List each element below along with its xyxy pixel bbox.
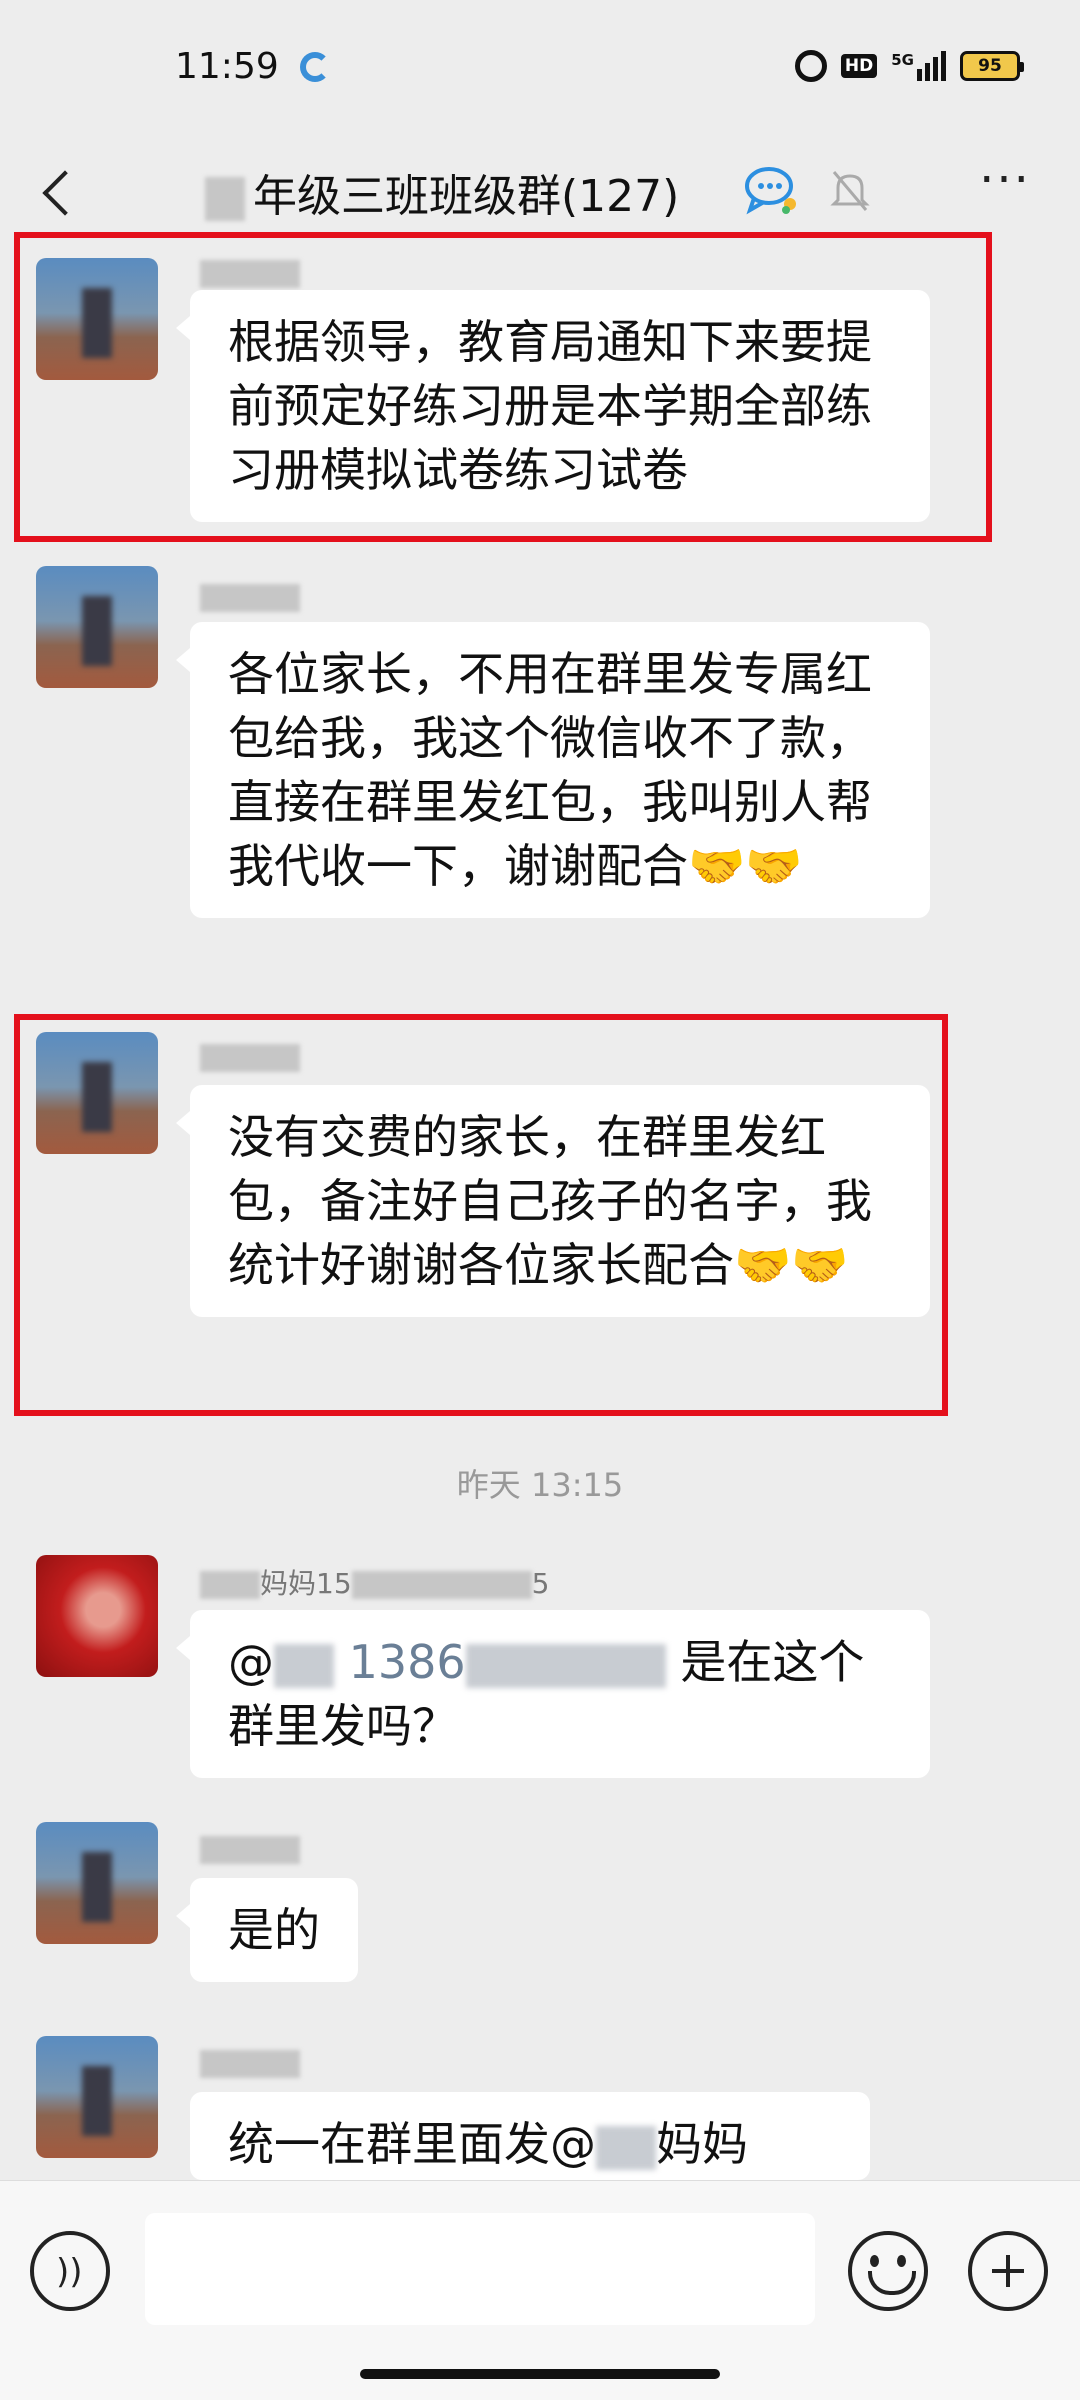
app-notification-icon — [300, 52, 330, 82]
voice-icon[interactable]: )) — [30, 2231, 110, 2311]
emoji-icon[interactable] — [848, 2231, 928, 2311]
message-bubble[interactable]: 根据领导，教育局通知下来要提前预定好练习册是本学期全部练习册模拟试卷练习试卷 — [176, 290, 930, 522]
mention-redaction — [596, 2125, 656, 2170]
more-icon[interactable]: ··· — [970, 156, 1040, 220]
message-text: 根据领导，教育局通知下来要提前预定好练习册是本学期全部练习册模拟试卷练习试卷 — [228, 315, 872, 497]
title-redaction — [205, 177, 245, 221]
status-bar: 11:59 HD 5G 95 — [0, 0, 1080, 130]
sender-name — [200, 1040, 300, 1072]
avatar[interactable] — [36, 2036, 158, 2158]
chat-title-text: 年级三班班级群(127) — [253, 171, 680, 222]
alarm-icon — [794, 50, 827, 82]
sender-name — [200, 1832, 300, 1864]
message-bubble[interactable]: 没有交费的家长，在群里发红包，备注好自己孩子的名字，我统计好谢谢各位家长配合🤝🤝 — [176, 1085, 930, 1317]
home-indicator[interactable] — [360, 2369, 720, 2379]
sender-name-tail: 5 — [531, 1567, 550, 1600]
message-text: 各位家长，不用在群里发专属红包给我，我这个微信收不了款，直接在群里发红包，我叫别… — [228, 647, 872, 893]
back-icon[interactable] — [35, 162, 85, 222]
hd-badge: HD — [840, 54, 878, 78]
mention-redaction — [274, 1643, 334, 1688]
message-bubble[interactable]: 各位家长，不用在群里发专属红包给我，我这个微信收不了款，直接在群里发红包，我叫别… — [176, 622, 930, 918]
message-text: 是的 — [228, 1903, 320, 1957]
chat-timestamp: 昨天 13:15 — [456, 1466, 624, 1504]
message-text: 统一在群里面发@ — [228, 2117, 596, 2171]
sender-name: 妈妈15 5 — [200, 1562, 549, 1600]
network-label: 5G — [891, 51, 914, 69]
status-time: 11:59 — [175, 46, 279, 87]
mute-bell-icon — [830, 171, 870, 211]
sender-name-text: 妈妈15 — [260, 1567, 352, 1600]
status-icons: HD 5G 95 — [794, 46, 1024, 86]
input-bar: )) — [0, 2180, 1080, 2400]
message-bubble[interactable]: 统一在群里面发@ 妈妈 — [190, 2092, 870, 2180]
phone-redaction — [465, 1643, 666, 1688]
avatar[interactable] — [36, 1822, 158, 1944]
mention-prefix: @ — [228, 1635, 274, 1689]
battery-level: 95 — [978, 56, 1002, 76]
message-bubble[interactable]: @ 1386 是在这个群里发吗？ — [176, 1610, 930, 1778]
message-text-tail: 妈妈 — [656, 2117, 748, 2171]
sender-name — [200, 256, 300, 288]
battery-icon: 95 — [960, 51, 1024, 81]
sender-name — [200, 2046, 300, 2078]
avatar[interactable] — [36, 566, 158, 688]
avatar[interactable] — [36, 258, 158, 380]
avatar[interactable] — [36, 1555, 158, 1677]
mention-phone: 1386 — [348, 1635, 466, 1689]
message-input[interactable] — [145, 2213, 815, 2325]
avatar[interactable] — [36, 1032, 158, 1154]
chat-title: 年级三班班级群(127) — [205, 160, 679, 224]
plus-icon[interactable] — [968, 2231, 1048, 2311]
message-bubble[interactable]: 是的 — [176, 1878, 358, 1982]
sender-name — [200, 580, 300, 612]
signal-icon: 5G — [891, 51, 946, 81]
group-chat-icon[interactable] — [742, 162, 802, 218]
message-text: 没有交费的家长，在群里发红包，备注好自己孩子的名字，我统计好谢谢各位家长配合🤝🤝 — [228, 1110, 872, 1292]
